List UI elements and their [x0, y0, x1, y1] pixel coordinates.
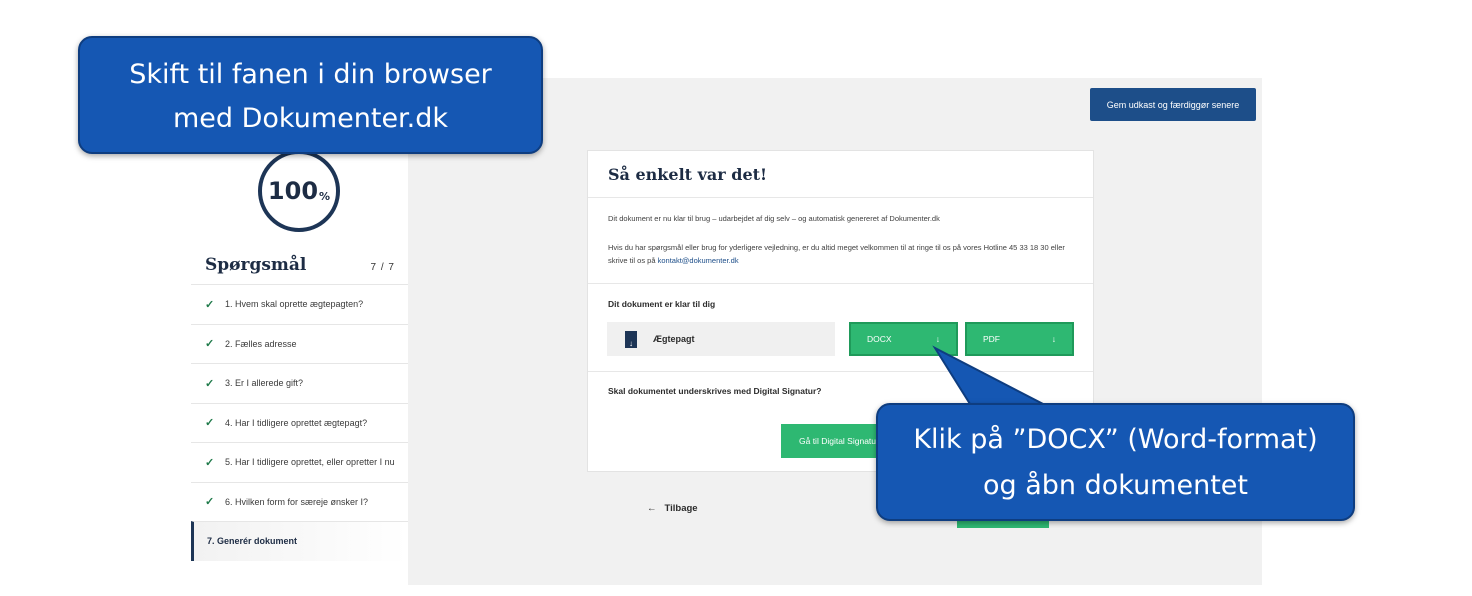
- instruction-callout-click-docx: Klik på ”DOCX” (Word-format) og åbn doku…: [876, 403, 1355, 521]
- callout-line: Klik på ”DOCX” (Word-format): [913, 424, 1318, 455]
- callout-line: Skift til fanen i din browser: [129, 59, 492, 90]
- callout-line: med Dokumenter.dk: [172, 103, 449, 134]
- instruction-callout-switch-tab: Skift til fanen i din browser med Dokume…: [78, 36, 543, 154]
- screenshot-stage: Gem udkast og færdiggør senere 100% Spør…: [0, 0, 1472, 596]
- callout-line: og åbn dokumentet: [982, 470, 1248, 501]
